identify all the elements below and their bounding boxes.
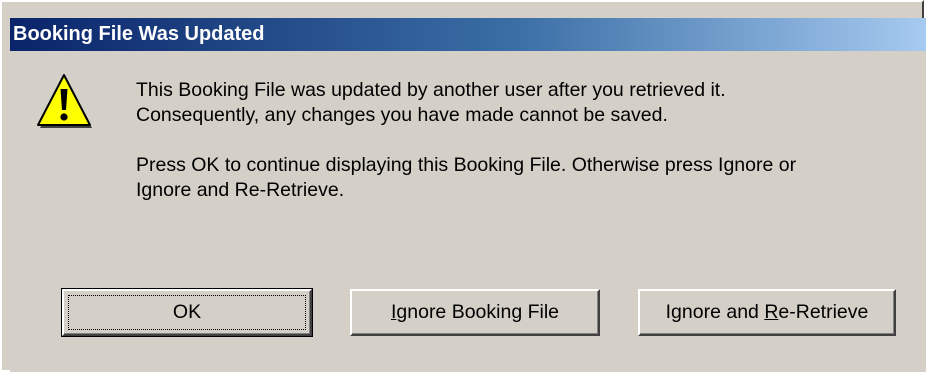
ok-button[interactable]: OK <box>61 288 313 337</box>
message-line-4: Ignore and Re-Retrieve. <box>136 179 345 201</box>
reretrieve-mnemonic: R <box>764 301 779 323</box>
message-paragraph-1: This Booking File was updated by another… <box>136 78 896 128</box>
message-paragraph-2: Press OK to continue displaying this Boo… <box>136 153 896 203</box>
reretrieve-label-rest: e-Retrieve <box>778 301 869 323</box>
message-line-1: This Booking File was updated by another… <box>136 79 726 101</box>
ignore-and-re-retrieve-button[interactable]: Ignore and Re-Retrieve <box>638 289 896 336</box>
dialog-title: Booking File Was Updated <box>13 23 265 45</box>
ignore-button-label: Ignore Booking File <box>391 301 559 323</box>
message-line-2: Consequently, any changes you have made … <box>136 104 668 126</box>
reretrieve-label-prefix: Ignore and <box>665 301 765 323</box>
focus-rectangle <box>68 295 306 330</box>
title-bar[interactable]: Booking File Was Updated <box>10 18 926 51</box>
ignore-label-rest: gnore Booking File <box>396 301 560 323</box>
dialog-window: Booking File Was Updated This Booking Fi… <box>0 0 926 372</box>
ignore-booking-file-button[interactable]: Ignore Booking File <box>350 289 600 336</box>
reretrieve-button-label: Ignore and Re-Retrieve <box>666 301 869 323</box>
warning-icon <box>37 74 92 128</box>
message-line-3: Press OK to continue displaying this Boo… <box>136 154 797 176</box>
dialog-body: This Booking File was updated by another… <box>10 51 926 372</box>
message-text: This Booking File was updated by another… <box>136 78 896 228</box>
